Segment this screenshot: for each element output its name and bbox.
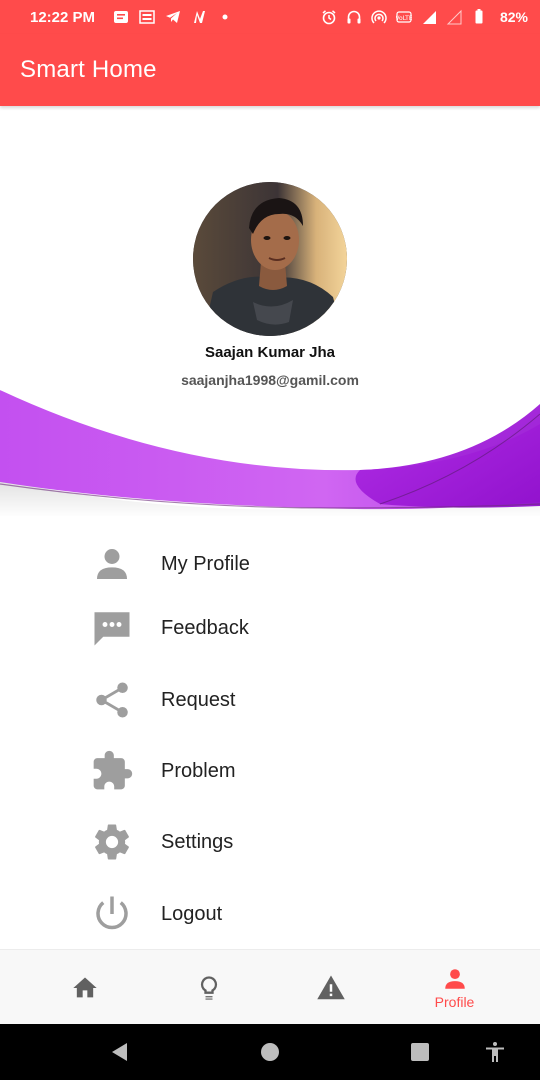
nav-ideas[interactable] <box>141 950 276 1025</box>
menu-item-label: Feedback <box>161 616 249 639</box>
profile-name: Saajan Kumar Jha <box>204 344 336 361</box>
menu-item-feedback[interactable]: Feedback <box>0 598 540 658</box>
menu-item-label: Settings <box>161 830 234 853</box>
status-time: 12:22 PM <box>30 8 96 26</box>
nav-alerts[interactable] <box>263 950 398 1025</box>
news-icon <box>139 10 155 24</box>
menu-item-settings[interactable]: Settings <box>0 812 540 872</box>
menu-item-problem[interactable]: Problem <box>0 741 540 801</box>
signal-4g-icon <box>422 11 436 24</box>
bottom-navigation: Profile <box>0 949 540 1024</box>
menu-item-my-profile[interactable]: My Profile <box>0 534 540 594</box>
menu-item-request[interactable]: Request <box>0 670 540 730</box>
gear-icon <box>88 818 136 866</box>
app-title: Smart Home <box>20 56 157 83</box>
nav-profile-label: Profile <box>434 993 475 1010</box>
battery-percent: 82% <box>499 9 528 25</box>
system-icons: VoLTE 82% <box>321 9 528 25</box>
alarm-icon <box>322 10 336 25</box>
feedback-icon <box>88 604 136 652</box>
n-app-icon <box>194 11 206 23</box>
warning-icon <box>316 975 345 999</box>
avatar[interactable] <box>193 182 347 336</box>
menu-item-label: Request <box>161 688 236 711</box>
telegram-icon <box>166 11 181 23</box>
system-navigation-bar <box>0 1024 540 1080</box>
notification-icons <box>113 9 233 25</box>
recents-icon[interactable] <box>408 1040 432 1064</box>
profile-email: saajanjha1998@gamil.com <box>181 372 359 388</box>
share-icon <box>88 676 136 724</box>
header-wave-decoration <box>0 384 540 516</box>
volte-icon: VoLTE <box>396 11 412 23</box>
person-icon <box>88 540 136 588</box>
lightbulb-icon <box>200 975 217 1000</box>
back-icon[interactable] <box>108 1040 132 1064</box>
accessibility-icon[interactable] <box>483 1040 507 1064</box>
profile-header: Saajan Kumar Jha saajanjha1998@gamil.com <box>0 106 540 516</box>
dot-icon <box>222 14 228 20</box>
person-icon <box>444 968 465 989</box>
status-bar: 12:22 PM VoLTE 82% <box>0 0 540 34</box>
headphones-icon <box>347 10 361 24</box>
menu-item-logout[interactable]: Logout <box>0 884 540 944</box>
menu-item-label: My Profile <box>161 552 250 575</box>
battery-icon <box>475 9 483 24</box>
hotspot-icon <box>371 10 387 24</box>
svg-text:VoLTE: VoLTE <box>396 15 412 22</box>
menu-item-label: Logout <box>161 902 223 925</box>
menu-item-label: Problem <box>161 759 236 782</box>
puzzle-icon <box>88 747 136 795</box>
nav-profile[interactable]: Profile <box>387 950 522 1025</box>
power-icon <box>88 890 136 938</box>
avatar-photo <box>193 182 347 336</box>
signal-empty-icon <box>446 9 462 25</box>
nav-home[interactable] <box>17 950 152 1025</box>
app-bar: Smart Home <box>0 34 540 106</box>
home-button-icon[interactable] <box>258 1040 282 1064</box>
home-icon <box>72 977 97 997</box>
message-icon <box>114 11 129 23</box>
